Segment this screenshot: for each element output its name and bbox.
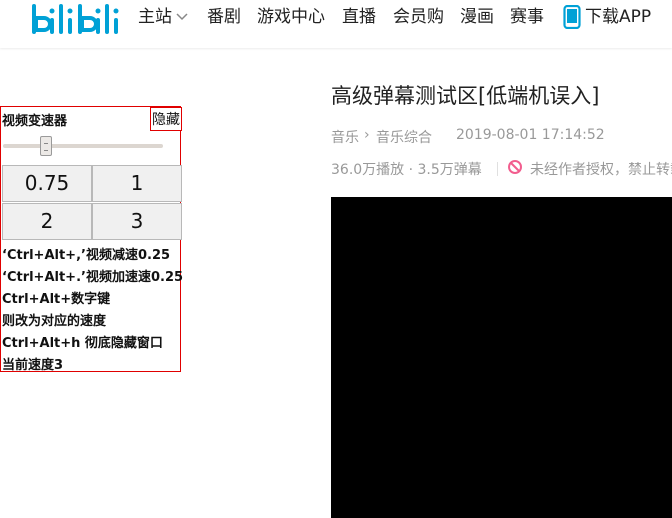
nav-member-shop[interactable]: 会员购: [393, 4, 444, 30]
nav-manga[interactable]: 漫画: [460, 4, 494, 30]
hint-slow-down: ‘Ctrl+Alt+,’视频减速0.25: [2, 248, 171, 263]
speed-button-2[interactable]: 2: [2, 203, 92, 240]
bilibili-logo-icon[interactable]: [30, 0, 126, 40]
nav-game-center[interactable]: 游戏中心: [257, 4, 325, 30]
publish-date: 2019-08-01 17:14:52: [456, 127, 605, 143]
speed-slider-track[interactable]: [3, 144, 163, 148]
breadcrumb-separator: ›: [364, 127, 370, 143]
panel-title: 视频变速器: [2, 114, 68, 129]
speed-button-0-75[interactable]: 0.75: [2, 165, 92, 202]
copyright-notice: 未经作者授权，禁止转载: [530, 162, 672, 178]
hint-set-speed: 则改为对应的速度: [2, 314, 107, 329]
chevron-down-icon[interactable]: [176, 13, 188, 21]
breadcrumb-music[interactable]: 音乐: [331, 127, 359, 147]
video-title: 高级弹幕测试区[低端机误入]: [331, 84, 600, 108]
nav-esports[interactable]: 赛事: [510, 4, 544, 30]
nav-live[interactable]: 直播: [342, 4, 376, 30]
speed-slider-thumb[interactable]: [40, 136, 52, 156]
speed-control-panel: 视频变速器 隐藏 0.75 1 2 3 ‘Ctrl+Alt+,’视频减速0.25…: [0, 106, 184, 373]
nav-download-app[interactable]: 下载APP: [585, 4, 651, 30]
current-speed-text: 当前速度3: [2, 358, 64, 373]
no-repost-icon: [508, 160, 522, 174]
video-stats: 36.0万播放 · 3.5万弹幕: [331, 162, 482, 178]
stats-divider: [497, 162, 498, 176]
nav-main-site[interactable]: 主站: [138, 4, 172, 30]
top-nav-bar: 主站 番剧 游戏中心 直播 会员购 漫画 赛事 下载APP: [0, 0, 672, 48]
hint-hide-window: Ctrl+Alt+h 彻底隐藏窗口: [2, 336, 163, 351]
phone-icon[interactable]: [563, 5, 581, 29]
breadcrumb-music-general[interactable]: 音乐综合: [376, 127, 432, 147]
hint-number-keys: Ctrl+Alt+数字键: [2, 292, 111, 307]
hide-button[interactable]: 隐藏: [150, 107, 182, 131]
speed-button-3[interactable]: 3: [92, 203, 182, 240]
hint-speed-up: ‘Ctrl+Alt+.’视频加速速0.25: [2, 270, 184, 285]
video-player[interactable]: [331, 197, 672, 518]
nav-anime[interactable]: 番剧: [207, 4, 241, 30]
speed-button-1[interactable]: 1: [92, 165, 182, 202]
